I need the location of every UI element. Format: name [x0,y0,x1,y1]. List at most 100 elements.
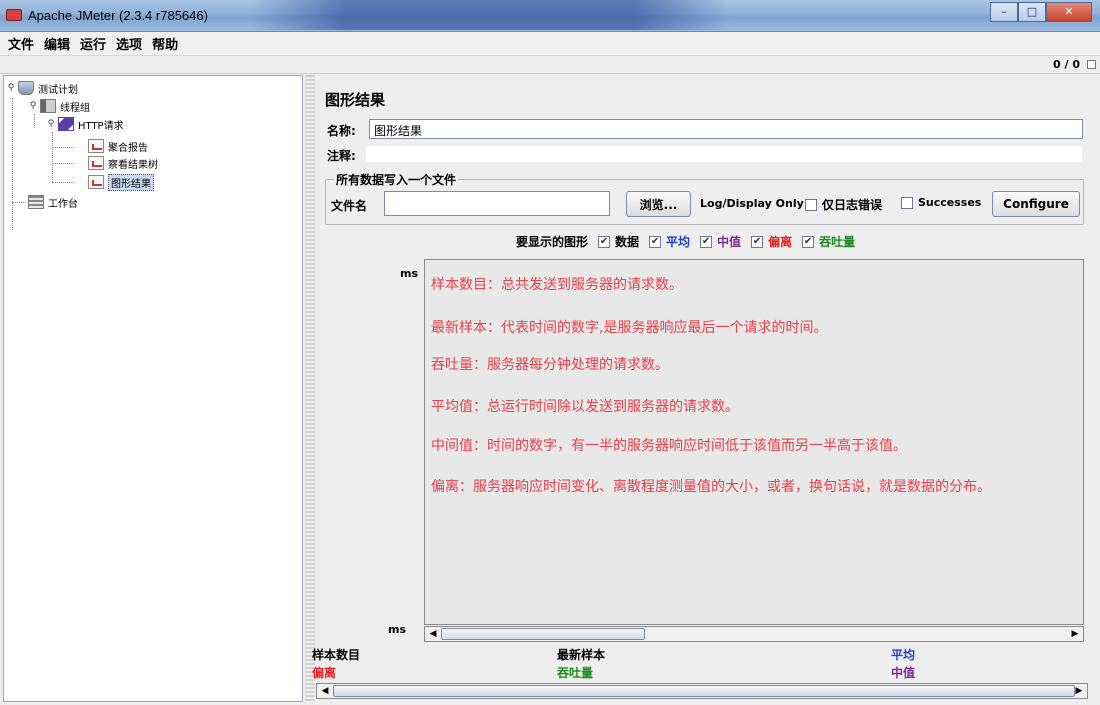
tree-node-label: 线程组 [60,102,90,114]
tree-expand-handle[interactable]: ⚲ [28,101,38,111]
graph-horizontal-scrollbar[interactable]: ◀ ▶ [424,626,1084,642]
menu-edit[interactable]: 编辑 [44,34,70,53]
browse-button[interactable]: 浏览... [626,191,691,217]
split-pane-divider[interactable] [305,75,315,702]
tree-node-view-results-tree[interactable]: 察看结果树 [88,155,158,171]
scroll-right-arrow-icon[interactable]: ▶ [1068,627,1082,641]
menu-file[interactable]: 文件 [8,34,34,53]
tree-guide-line [12,98,13,230]
title-bar-background-image [250,0,730,30]
tree-node-http-request[interactable]: ⚲ HTTP请求 [46,116,124,132]
running-status-indicator [1087,60,1096,69]
errors-only-label: 仅日志错误 [822,198,883,212]
graph-option-label: 吞吐量 [819,235,856,249]
graph-option-checkbox[interactable]: ✔ [700,235,713,248]
tree-guide-line [52,182,74,183]
page-title: 图形结果 [325,91,386,109]
scrollbar-thumb[interactable] [333,685,1075,697]
menu-help[interactable]: 帮助 [152,34,178,53]
tree-node-workbench[interactable]: 工作台 [28,194,78,210]
tree-expand-handle[interactable]: ⚲ [6,83,16,93]
close-button[interactable]: ✕ [1046,2,1092,22]
successes-label: Successes [918,196,982,209]
filename-input[interactable] [384,191,610,216]
tree-guide-line [52,147,74,148]
graph-option-label: 中值 [717,235,742,249]
report-icon [88,175,104,189]
minimize-button[interactable]: – [990,2,1018,22]
description-median: 中间值：时间的数字，有一半的服务器响应时间低于该值而另一半高于该值。 [431,438,907,454]
graphs-to-display: 要显示的图形 ✔ 数据 ✔ 平均 ✔ 中值 ✔ 偏离 ✔ 吞吐量 [516,233,855,250]
errors-only-checkbox-row[interactable]: 仅日志错误 [805,196,882,213]
tree-node-label: 聚合报告 [108,142,148,154]
legend-latest-sample: 最新样本 [557,648,606,662]
tree-expand-handle[interactable]: ⚲ [46,119,56,129]
tree-node-label: 工作台 [48,198,78,210]
graph-option-checkbox[interactable]: ✔ [751,235,764,248]
report-icon [88,156,104,170]
legend-throughput: 吞吐量 [557,666,594,680]
menu-run[interactable]: 运行 [80,34,106,53]
scroll-right-arrow-icon[interactable]: ▶ [1072,684,1086,698]
window-controls: – □ ✕ [990,2,1092,22]
legend-samples: 样本数目 [312,648,361,662]
scroll-left-arrow-icon[interactable]: ◀ [318,684,332,698]
graph-option-deviation[interactable]: ✔ 偏离 [751,233,792,250]
legend-deviation: 偏离 [312,666,337,680]
graph-option-throughput[interactable]: ✔ 吞吐量 [802,233,855,250]
filename-label: 文件名 [331,199,368,213]
tree-node-test-plan[interactable]: ⚲ 测试计划 [6,80,78,96]
description-latest-sample: 最新样本：代表时间的数字,是服务器响应最后一个请求的时间。 [431,320,828,336]
successes-checkbox[interactable] [901,196,913,209]
tree-node-aggregate-report[interactable]: 聚合报告 [88,138,148,154]
comment-label: 注释: [327,149,356,163]
http-sampler-icon [58,117,74,131]
graph-option-average[interactable]: ✔ 平均 [649,233,690,250]
name-label: 名称: [327,124,356,138]
panel-horizontal-scrollbar[interactable]: ◀ ▶ [316,683,1088,699]
scroll-left-arrow-icon[interactable]: ◀ [426,627,440,641]
graph-results-panel: 图形结果 名称: 图形结果 注释: 所有数据写入一个文件 文件名 浏览... L… [312,75,1098,702]
maximize-button[interactable]: □ [1018,2,1046,22]
workbench-icon [28,195,44,209]
graph-option-label: 数据 [615,235,640,249]
write-to-file-group-title: 所有数据写入一个文件 [334,171,459,188]
status-row: 0 / 0 [0,56,1100,74]
tree-guide-line [52,132,53,182]
window-title-bar[interactable]: Apache JMeter (2.3.4 r785646) – □ ✕ [0,0,1100,32]
graph-option-checkbox[interactable]: ✔ [802,235,815,248]
successes-checkbox-row[interactable]: Successes [901,196,981,209]
legend-median: 中值 [891,666,916,680]
window-title: Apache JMeter (2.3.4 r785646) [28,8,208,23]
tree-node-graph-results[interactable]: 图形结果 [88,173,154,191]
legend-average: 平均 [891,648,916,662]
scrollbar-thumb[interactable] [441,628,645,640]
test-plan-icon [18,81,34,95]
configure-button[interactable]: Configure [992,191,1080,217]
graph-canvas: 样本数目：总共发送到服务器的请求数。 最新样本：代表时间的数字,是服务器响应最后… [424,259,1084,625]
graph-option-label: 平均 [666,235,691,249]
menu-options[interactable]: 选项 [116,34,142,53]
graph-option-checkbox[interactable]: ✔ [649,235,662,248]
graph-option-label: 偏离 [768,235,793,249]
test-plan-tree[interactable]: ⚲ 测试计划 ⚲ 线程组 ⚲ HTTP请求 聚合报告 察看结果树 图形结果 工作… [3,75,303,702]
tree-node-thread-group[interactable]: ⚲ 线程组 [28,98,90,114]
graph-option-checkbox[interactable]: ✔ [598,235,611,248]
tree-node-label: 测试计划 [38,84,78,96]
comment-input[interactable] [365,145,1083,163]
errors-only-checkbox[interactable] [805,198,817,211]
thread-group-icon [40,99,56,113]
description-samples: 样本数目：总共发送到服务器的请求数。 [431,277,683,293]
tree-node-label-selected: 图形结果 [108,173,154,191]
graph-option-median[interactable]: ✔ 中值 [700,233,741,250]
tree-guide-line [52,163,74,164]
log-display-only-label: Log/Display Only: [700,197,809,210]
tree-node-label: HTTP请求 [78,120,124,132]
tree-guide-line [34,114,35,128]
menu-bar: 文件 编辑 运行 选项 帮助 [0,32,1100,56]
running-thread-count: 0 / 0 [1053,58,1080,71]
name-input[interactable]: 图形结果 [369,119,1083,139]
description-average: 平均值：总运行时间除以发送到服务器的请求数。 [431,399,739,415]
graph-option-data[interactable]: ✔ 数据 [598,233,639,250]
tree-guide-line [12,202,26,203]
